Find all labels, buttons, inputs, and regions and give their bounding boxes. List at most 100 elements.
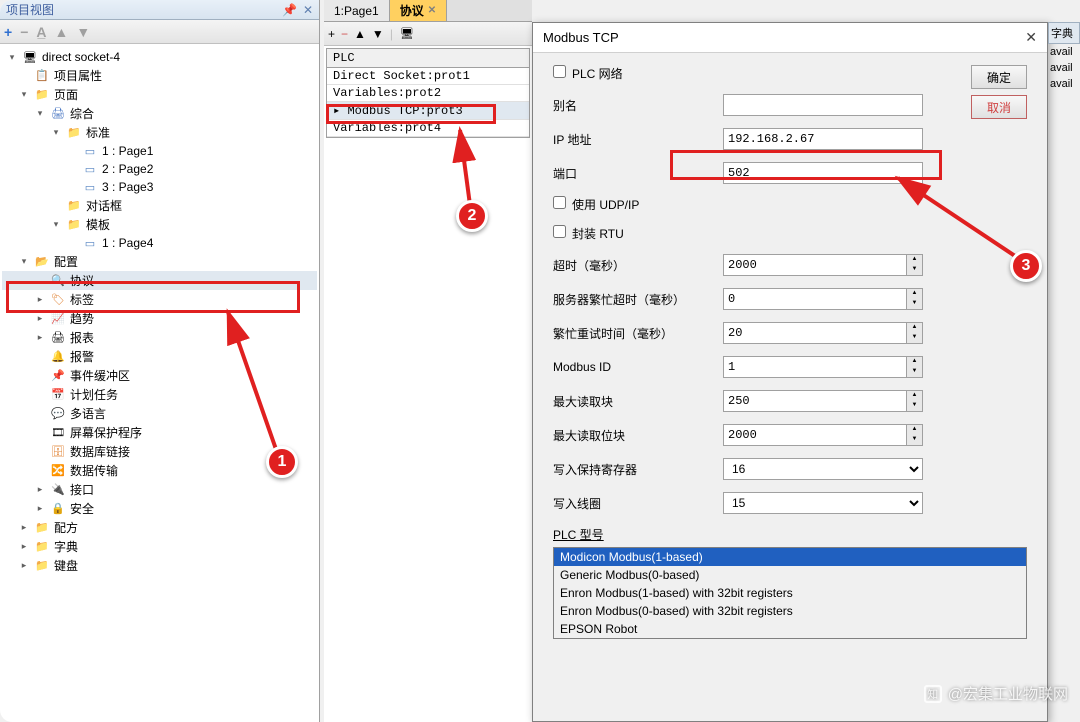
tree-recipes[interactable]: ▸📁配方 [2,518,317,537]
alias-input[interactable] [723,94,923,116]
monitor-icon[interactable]: 🖥 [399,26,415,42]
tree-root[interactable]: ▾🖥direct socket-4 [2,48,317,66]
down-button[interactable]: ▼ [372,27,384,41]
expander-icon[interactable]: ▸ [34,294,46,306]
plc-row-selected[interactable]: ▸ Modbus TCP:prot3 [327,102,529,120]
expander-icon[interactable]: ▾ [18,89,30,101]
tree-project-props[interactable]: 📋项目属性 [2,66,317,85]
spin-down-icon[interactable]: ▼ [907,265,922,275]
modbus-id-label: Modbus ID [553,360,723,374]
expander-icon[interactable]: ▾ [6,51,18,63]
modbus-id-spinner[interactable]: ▲▼ [723,356,923,378]
write-coil-select[interactable]: 15 [723,492,923,514]
expander-icon[interactable]: ▾ [50,127,62,139]
expander-icon[interactable]: ▾ [18,256,30,268]
retry-time-spinner[interactable]: ▲▼ [723,322,923,344]
timeout-spinner[interactable]: ▲▼ [723,254,923,276]
expander-icon[interactable]: ▾ [50,219,62,231]
cancel-button[interactable]: 取消 [971,95,1027,119]
spin-up-icon[interactable]: ▲ [907,255,922,265]
tree-trends[interactable]: ▸📈趋势 [2,309,317,328]
tree-pages[interactable]: ▾📁页面 [2,85,317,104]
dialog-title-text: Modbus TCP [543,30,619,45]
expander-icon[interactable]: ▾ [34,108,46,120]
plc-network-checkbox[interactable]: PLC 网络 [553,65,623,82]
port-input[interactable] [723,162,923,184]
max-read-block-spinner[interactable]: ▲▼ [723,390,923,412]
tree-page1[interactable]: ▭1 : Page1 [2,142,317,160]
edit-icon[interactable]: A̲ [36,24,46,40]
plc-model-option[interactable]: Modicon Modbus(1-based) [554,548,1026,566]
expander-icon[interactable]: ▸ [34,484,46,496]
spin-down-icon[interactable]: ▼ [907,367,922,377]
tree-dialog[interactable]: 📁对话框 [2,196,317,215]
spin-down-icon[interactable]: ▼ [907,333,922,343]
spin-up-icon[interactable]: ▲ [907,357,922,367]
use-udp-checkbox[interactable]: 使用 UDP/IP [553,196,639,213]
tree-page2[interactable]: ▭2 : Page2 [2,160,317,178]
spin-down-icon[interactable]: ▼ [907,299,922,309]
tree-config[interactable]: ▾📂配置 [2,252,317,271]
busy-timeout-spinner[interactable]: ▲▼ [723,288,923,310]
plc-model-option[interactable]: Enron Modbus(0-based) with 32bit registe… [554,602,1026,620]
spin-up-icon[interactable]: ▲ [907,425,922,435]
plc-model-option[interactable]: EPSON Robot [554,620,1026,638]
busy-timeout-label: 服务器繁忙超时（毫秒） [553,291,723,308]
tree-zonghe[interactable]: ▾🖨综合 [2,104,317,123]
tree-dictionary[interactable]: ▸📁字典 [2,537,317,556]
spin-up-icon[interactable]: ▲ [907,289,922,299]
plc-model-option[interactable]: Generic Modbus(0-based) [554,566,1026,584]
expander-icon[interactable]: ▸ [18,541,30,553]
tree-reports[interactable]: ▸🖨报表 [2,328,317,347]
tree-page4[interactable]: ▭1 : Page4 [2,234,317,252]
tree-page3[interactable]: ▭3 : Page3 [2,178,317,196]
close-icon[interactable]: ✕ [1025,29,1037,46]
spin-up-icon[interactable]: ▲ [907,391,922,401]
spin-down-icon[interactable]: ▼ [907,401,922,411]
expander-icon[interactable]: ▸ [18,522,30,534]
expander-icon[interactable]: ▸ [34,332,46,344]
tree-scheduler[interactable]: 📅计划任务 [2,385,317,404]
encap-rtu-checkbox[interactable]: 封装 RTU [553,225,624,242]
pin-icon[interactable]: 📌 [282,3,297,17]
tree-db-link[interactable]: 🗄数据库链接 [2,442,317,461]
max-read-bit-spinner[interactable]: ▲▼ [723,424,923,446]
add-button[interactable]: + [328,27,335,41]
up-button[interactable]: ▲ [354,27,366,41]
plc-row[interactable]: Variables:prot4 [327,120,529,137]
tree-protocol[interactable]: 🔍协议 [2,271,317,290]
tree-template[interactable]: ▾📁模板 [2,215,317,234]
ip-address-input[interactable] [723,128,923,150]
tree-data-transfer[interactable]: 🔀数据传输 [2,461,317,480]
tree-standard[interactable]: ▾📁标准 [2,123,317,142]
remove-button[interactable]: − [341,27,348,41]
tree-alarms[interactable]: 🔔报警 [2,347,317,366]
tab-close-icon[interactable]: ✕ [428,5,436,16]
expander-icon[interactable]: ▸ [34,503,46,515]
spin-down-icon[interactable]: ▼ [907,435,922,445]
tree-interface[interactable]: ▸🔌接口 [2,480,317,499]
plc-row[interactable]: Direct Socket:prot1 [327,68,529,85]
tree-screensaver[interactable]: 🎞屏幕保护程序 [2,423,317,442]
add-button[interactable]: + [4,24,12,40]
down-button[interactable]: ▼ [76,24,90,40]
tab-page1[interactable]: 1:Page1 [324,0,390,21]
dialog-titlebar[interactable]: Modbus TCP ✕ [533,23,1047,53]
tree-keyboard[interactable]: ▸📁键盘 [2,556,317,575]
expander-icon[interactable]: ▸ [18,560,30,572]
plc-model-option[interactable]: Enron Modbus(1-based) with 32bit registe… [554,584,1026,602]
tab-protocol[interactable]: 协议✕ [390,0,447,21]
tree-security[interactable]: ▸🔒安全 [2,499,317,518]
spin-up-icon[interactable]: ▲ [907,323,922,333]
tree-multilang[interactable]: 💬多语言 [2,404,317,423]
plc-model-list[interactable]: Modicon Modbus(1-based) Generic Modbus(0… [553,547,1027,639]
up-button[interactable]: ▲ [55,24,69,40]
tree-tags[interactable]: ▸🏷标签 [2,290,317,309]
expander-icon[interactable]: ▸ [34,313,46,325]
remove-button[interactable]: − [20,24,28,40]
close-icon[interactable]: ✕ [303,3,313,17]
plc-row[interactable]: Variables:prot2 [327,85,529,102]
ok-button[interactable]: 确定 [971,65,1027,89]
write-hold-select[interactable]: 16 [723,458,923,480]
tree-event-buffer[interactable]: 📌事件缓冲区 [2,366,317,385]
